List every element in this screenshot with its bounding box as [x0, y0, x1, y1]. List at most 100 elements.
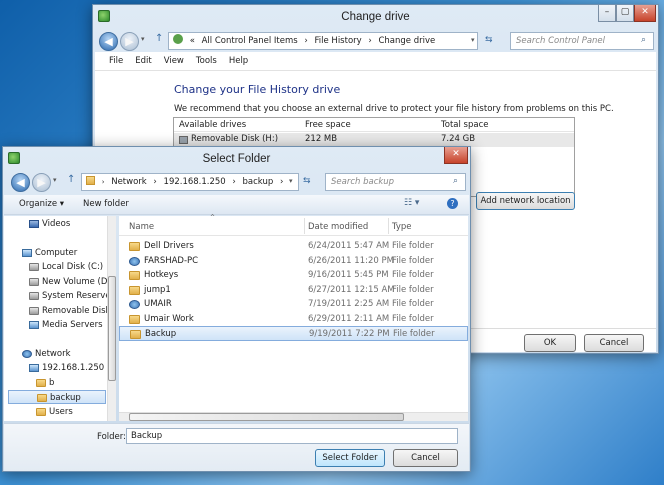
table-row[interactable]: FARSHAD-PC 6/26/2011 11:20 PM File folder	[119, 254, 468, 269]
refresh-icon[interactable]: ⇆	[485, 35, 493, 45]
close-button[interactable]: ✕	[634, 5, 656, 22]
maximize-button[interactable]: ▢	[616, 5, 634, 22]
breadcrumb-overflow[interactable]: «	[190, 36, 195, 46]
nav-item-network[interactable]: Network	[22, 347, 71, 361]
minimize-button[interactable]: –	[598, 5, 616, 22]
up-icon[interactable]: ↑	[155, 33, 163, 44]
breadcrumb-backup[interactable]: backup	[243, 177, 274, 187]
breadcrumb-host[interactable]: 192.168.1.250	[164, 177, 226, 187]
breadcrumb-separator[interactable]: ›	[153, 177, 156, 187]
nav-item-system-reserved[interactable]: System Reserved	[29, 289, 116, 303]
back-icon[interactable]: ◀	[99, 32, 118, 51]
forward-icon[interactable]: ▶	[120, 32, 139, 51]
close-button[interactable]: ✕	[444, 147, 468, 164]
file-date-modified: 7/19/2011 2:25 AM	[308, 299, 390, 309]
column-total-space[interactable]: Total space	[441, 120, 489, 130]
table-row[interactable]: UMAIR 7/19/2011 2:25 AM File folder	[119, 297, 468, 312]
select-folder-titlebar[interactable]: Select Folder	[3, 147, 470, 171]
menu-view[interactable]: View	[158, 53, 190, 69]
breadcrumb-chevron-icon[interactable]: ›	[102, 178, 105, 186]
nav-item-new-volume[interactable]: New Volume (D:)	[29, 275, 114, 289]
column-free-space[interactable]: Free space	[305, 120, 351, 130]
recent-pages-dropdown-icon[interactable]: ▾	[53, 176, 57, 184]
help-icon[interactable]: ?	[447, 198, 458, 209]
nav-item-computer[interactable]: Computer	[22, 246, 77, 260]
new-folder-button[interactable]: New folder	[83, 199, 129, 209]
nav-item-b[interactable]: b	[36, 376, 54, 390]
back-icon[interactable]: ◀	[11, 173, 30, 192]
breadcrumb-control-panel[interactable]: All Control Panel Items	[202, 36, 298, 46]
up-icon[interactable]: ↑	[67, 174, 75, 185]
menu-edit[interactable]: Edit	[129, 53, 157, 69]
navigation-scrollbar-thumb[interactable]	[108, 276, 116, 381]
drive-icon	[29, 292, 39, 300]
breadcrumb-separator[interactable]: ›	[368, 36, 371, 46]
select-folder-button[interactable]: Select Folder	[315, 449, 385, 467]
table-row[interactable]: Backup 9/19/2011 7:22 PM File folder	[119, 326, 468, 341]
search-input[interactable]: Search backup	[325, 173, 466, 191]
address-dropdown-icon[interactable]: ▾	[289, 177, 293, 185]
column-date-modified[interactable]: Date modified	[308, 222, 368, 232]
file-list-header: ^ Name Date modified Type	[119, 214, 468, 236]
nav-item-users[interactable]: Users	[36, 405, 73, 419]
refresh-icon[interactable]: ⇆	[303, 176, 311, 186]
column-type[interactable]: Type	[392, 222, 412, 232]
ok-button[interactable]: OK	[524, 334, 576, 352]
add-network-location-button[interactable]: Add network location	[476, 192, 575, 210]
network-small-icon	[86, 176, 95, 185]
recent-pages-dropdown-icon[interactable]: ▾	[141, 35, 145, 43]
nav-item-videos[interactable]: Videos	[29, 217, 70, 231]
folder-input[interactable]: Backup	[126, 428, 458, 444]
nav-item-backup[interactable]: backup	[8, 390, 106, 404]
folder-icon	[36, 408, 46, 416]
drive-row[interactable]: Removable Disk (H:) 212 MB 7.24 GB	[174, 133, 574, 147]
file-list-scrollbar-thumb[interactable]	[129, 413, 404, 421]
nav-item-local-disk[interactable]: Local Disk (C:)	[29, 260, 103, 274]
breadcrumb-separator[interactable]: ›	[304, 36, 307, 46]
menu-help[interactable]: Help	[223, 53, 254, 69]
cancel-button[interactable]: Cancel	[393, 449, 458, 467]
table-row[interactable]: Dell Drivers 6/24/2011 5:47 AM File folder	[119, 239, 468, 254]
navigation-scrollbar[interactable]	[107, 216, 116, 421]
column-available-drives[interactable]: Available drives	[179, 120, 246, 130]
drives-header: Available drives Free space Total space	[174, 118, 574, 132]
network-folder-icon	[129, 256, 140, 266]
drive-total-space: 7.24 GB	[441, 134, 476, 144]
file-name: Dell Drivers	[144, 241, 194, 251]
search-icon[interactable]: ⌕	[641, 35, 646, 45]
cancel-button[interactable]: Cancel	[584, 334, 644, 352]
table-row[interactable]: Hotkeys 9/16/2011 5:45 PM File folder	[119, 268, 468, 283]
command-bar: Organize ▾ New folder ☷ ▾ ?	[4, 195, 469, 215]
table-row[interactable]: jump1 6/27/2011 12:15 AM File folder	[119, 283, 468, 298]
breadcrumb-separator[interactable]: ›	[232, 177, 235, 187]
view-options-icon[interactable]: ☷ ▾	[404, 198, 419, 208]
breadcrumb-file-history[interactable]: File History	[315, 36, 362, 46]
search-icon[interactable]: ⌕	[453, 176, 458, 186]
forward-icon[interactable]: ▶	[32, 173, 51, 192]
nav-item-host[interactable]: 192.168.1.250	[29, 361, 104, 375]
change-drive-titlebar[interactable]: Change drive	[93, 5, 658, 29]
address-bar-row: ◀ ▶ ▾ ↑ › Network › 192.168.1.250 › back…	[3, 171, 472, 193]
menu-file[interactable]: File	[103, 53, 129, 69]
column-name[interactable]: Name	[129, 222, 154, 232]
menu-tools[interactable]: Tools	[190, 53, 223, 69]
address-breadcrumb[interactable]: « All Control Panel Items › File History…	[168, 32, 478, 50]
search-input[interactable]: Search Control Panel	[510, 32, 654, 50]
column-divider	[304, 218, 305, 234]
file-list: ^ Name Date modified Type Dell Drivers 6/…	[119, 214, 468, 421]
network-icon	[22, 350, 32, 358]
breadcrumb-network[interactable]: Network	[111, 177, 147, 187]
page-title: Change your File History drive	[174, 83, 341, 96]
breadcrumb-change-drive[interactable]: Change drive	[378, 36, 435, 46]
nav-item-label: New Volume (D:)	[42, 277, 114, 287]
address-breadcrumb[interactable]: › Network › 192.168.1.250 › backup ›	[81, 173, 299, 191]
table-row[interactable]: Umair Work 6/29/2011 2:11 AM File folder	[119, 312, 468, 327]
file-name: UMAIR	[144, 299, 172, 309]
address-dropdown-icon[interactable]: ▾	[471, 36, 475, 44]
file-list-horizontal-scrollbar[interactable]	[119, 412, 468, 421]
nav-item-removable-disk[interactable]: Removable Disk	[29, 304, 110, 318]
organize-button[interactable]: Organize ▾	[19, 199, 64, 209]
nav-item-media-servers[interactable]: Media Servers	[29, 318, 103, 332]
breadcrumb-separator[interactable]: ›	[280, 177, 283, 187]
sort-ascending-icon: ^	[210, 214, 216, 221]
